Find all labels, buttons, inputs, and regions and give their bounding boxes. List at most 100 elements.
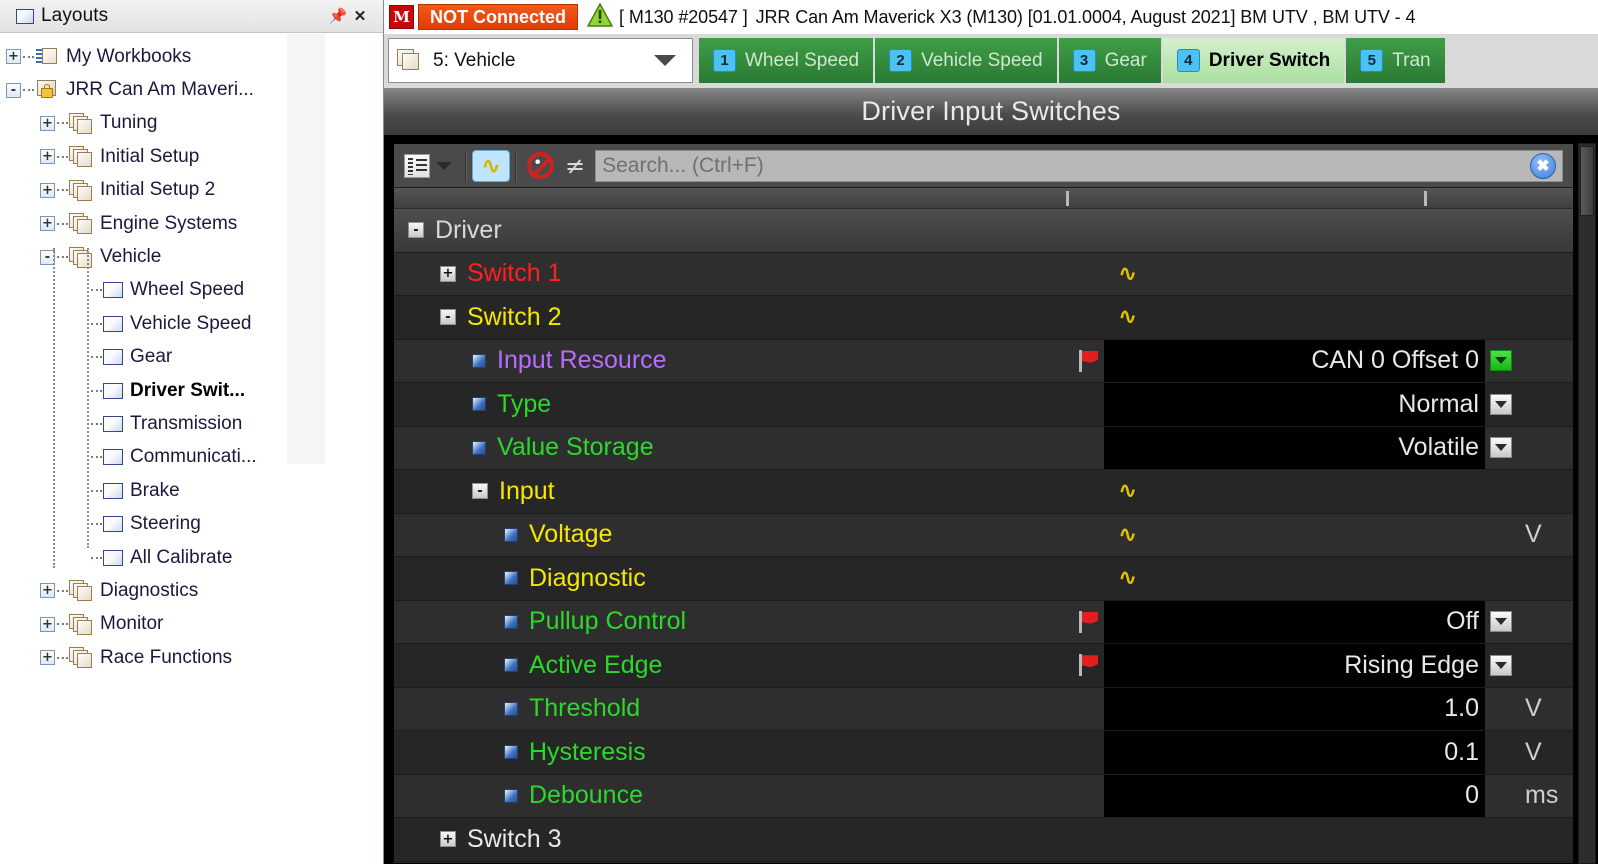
list-view-icon[interactable] xyxy=(400,151,434,181)
tree-expander[interactable]: + xyxy=(40,650,55,666)
grid-row-name-cell[interactable]: Type xyxy=(394,383,1074,426)
grid-row[interactable]: - Switch 2 ∿ xyxy=(394,296,1573,340)
tree-item-gear[interactable]: Gear xyxy=(0,341,383,374)
tree-item-all-calibrate[interactable]: All Calibrate xyxy=(0,541,383,574)
tree-expander[interactable]: + xyxy=(40,216,55,232)
grid-row-value-cell[interactable]: ∿ xyxy=(1104,253,1485,296)
grid-row[interactable]: + Switch 1 ∿ xyxy=(394,252,1573,296)
pin-icon[interactable]: 📌 xyxy=(327,9,349,24)
value-dropdown-button[interactable] xyxy=(1490,654,1512,676)
search-box[interactable]: ✖ xyxy=(595,149,1563,182)
value-dropdown-button[interactable] xyxy=(1490,437,1512,459)
grid-row-expander[interactable]: - xyxy=(408,222,424,239)
tree-item-race-functions[interactable]: + Race Functions xyxy=(0,641,383,674)
grid-row-name-cell[interactable]: Voltage xyxy=(394,514,1074,557)
waveform-icon[interactable]: ∿ xyxy=(472,149,510,182)
grid-row[interactable]: Value Storage Volatile xyxy=(394,426,1573,470)
grid-row-value-cell[interactable]: 0.1 xyxy=(1104,731,1485,774)
scrollbar-thumb[interactable] xyxy=(1580,146,1594,216)
grid-row-name-cell[interactable]: Hysteresis xyxy=(394,731,1074,774)
grid-row[interactable]: Diagnostic ∿ xyxy=(394,557,1573,601)
tree-expander[interactable]: + xyxy=(40,182,55,198)
not-equal-icon[interactable]: ≠ xyxy=(565,152,585,180)
tree-item-transmission[interactable]: Transmission xyxy=(0,407,383,440)
tree-item-wheel-speed[interactable]: Wheel Speed xyxy=(0,274,383,307)
tree-item-vehicle-speed[interactable]: Vehicle Speed xyxy=(0,307,383,340)
parameter-grid[interactable]: - Driver + Switch 1 ∿ - Switch 2 ∿ Input Resourc… xyxy=(394,209,1573,862)
grid-row-expander[interactable]: + xyxy=(440,265,456,282)
tree-item-initial-setup-2[interactable]: + Initial Setup 2 xyxy=(0,174,383,207)
grid-row-name-cell[interactable]: - Driver xyxy=(394,209,1074,252)
tree-item-initial-setup[interactable]: + Initial Setup xyxy=(0,140,383,173)
grid-row[interactable]: Hysteresis 0.1 V xyxy=(394,731,1573,775)
tree-expander[interactable]: + xyxy=(40,616,55,632)
tree-item-steering[interactable]: Steering xyxy=(0,507,383,540)
chevron-down-icon[interactable] xyxy=(654,55,676,66)
tab-tran[interactable]: 5 Tran xyxy=(1346,38,1447,83)
grid-row[interactable]: Voltage ∿ V xyxy=(394,513,1573,557)
grid-row[interactable]: - Driver xyxy=(394,209,1573,253)
chevron-down-icon[interactable] xyxy=(436,161,452,170)
tab-driver-switch[interactable]: 4 Driver Switch xyxy=(1162,38,1347,83)
grid-row-expander[interactable]: - xyxy=(472,483,488,500)
tree-item-monitor[interactable]: + Monitor xyxy=(0,608,383,641)
grid-row-name-cell[interactable]: + Switch 1 xyxy=(394,253,1074,296)
grid-row[interactable]: Type Normal xyxy=(394,383,1573,427)
grid-row[interactable]: Active Edge Rising Edge xyxy=(394,644,1573,688)
tree-item-tuning[interactable]: + Tuning xyxy=(0,107,383,140)
value-dropdown-button[interactable] xyxy=(1490,350,1512,372)
tree-expander[interactable]: + xyxy=(40,149,55,165)
grid-row-name-cell[interactable]: Diagnostic xyxy=(394,557,1074,600)
tree-expander[interactable]: + xyxy=(40,583,55,599)
clear-x-icon[interactable]: ✖ xyxy=(1530,152,1556,179)
grid-row-name-cell[interactable]: Input Resource xyxy=(394,340,1074,383)
grid-row[interactable]: - Input ∿ xyxy=(394,470,1573,514)
grid-row-value-cell[interactable]: ∿ xyxy=(1104,514,1485,557)
grid-row-value-cell[interactable]: Normal xyxy=(1104,383,1485,426)
tab-vehicle-speed[interactable]: 2 Vehicle Speed xyxy=(875,38,1059,83)
tree-item-communicati[interactable]: Communicati... xyxy=(0,441,383,474)
vertical-scrollbar-area[interactable] xyxy=(1574,141,1598,864)
tree-expander[interactable]: + xyxy=(6,49,21,65)
grid-row[interactable]: + Switch 3 xyxy=(394,818,1573,862)
grid-row-name-cell[interactable]: Active Edge xyxy=(394,644,1074,687)
grid-row-value-cell[interactable]: Rising Edge xyxy=(1104,644,1485,687)
tree-item-diagnostics[interactable]: + Diagnostics xyxy=(0,574,383,607)
grid-row-name-cell[interactable]: Value Storage xyxy=(394,427,1074,470)
layouts-tree[interactable]: + My Workbooks - JRR Can Am Maveri... + Tunin… xyxy=(0,33,383,864)
tree-item-engine-systems[interactable]: + Engine Systems xyxy=(0,207,383,240)
grid-row-expander[interactable]: - xyxy=(440,309,456,326)
search-input[interactable] xyxy=(602,153,1530,178)
grid-row-value-cell[interactable]: 0 xyxy=(1104,774,1485,817)
grid-row[interactable]: Debounce 0 ms xyxy=(394,774,1573,818)
tab-gear[interactable]: 3 Gear xyxy=(1058,38,1163,83)
no-entry-icon[interactable] xyxy=(527,152,554,179)
tree-item-my-workbooks[interactable]: + My Workbooks xyxy=(0,40,383,73)
tree-expander[interactable]: - xyxy=(6,82,21,98)
value-dropdown-button[interactable] xyxy=(1490,611,1512,633)
grid-row-value-cell[interactable]: ∿ xyxy=(1104,296,1485,339)
tree-item-brake[interactable]: Brake xyxy=(0,474,383,507)
grid-row[interactable]: Input Resource CAN 0 Offset 0 xyxy=(394,339,1573,383)
tree-item-jrr-can-am-maveri[interactable]: - JRR Can Am Maveri... xyxy=(0,73,383,106)
grid-row-name-cell[interactable]: Threshold xyxy=(394,688,1074,731)
value-dropdown-button[interactable] xyxy=(1490,393,1512,415)
grid-row-name-cell[interactable]: Debounce xyxy=(394,775,1074,818)
grid-row[interactable]: Pullup Control Off xyxy=(394,600,1573,644)
grid-row-value-cell[interactable]: CAN 0 Offset 0 xyxy=(1104,339,1485,382)
grid-row-value-cell[interactable]: Off xyxy=(1104,600,1485,643)
grid-row[interactable]: Threshold 1.0 V xyxy=(394,687,1573,731)
tree-expander[interactable]: + xyxy=(40,115,55,131)
vertical-scrollbar[interactable] xyxy=(1578,143,1596,864)
grid-row-value-cell[interactable]: 1.0 xyxy=(1104,687,1485,730)
grid-row-name-cell[interactable]: - Input xyxy=(394,470,1074,513)
tree-item-vehicle[interactable]: - Vehicle xyxy=(0,240,383,273)
page-select-dropdown[interactable]: 5: Vehicle xyxy=(388,38,693,83)
column-divider[interactable] xyxy=(1066,191,1069,206)
tree-item-driver-swit[interactable]: Driver Swit... xyxy=(0,374,383,407)
column-divider[interactable] xyxy=(1424,191,1427,206)
grid-row-expander[interactable]: + xyxy=(440,831,456,848)
connection-status-badge[interactable]: NOT Connected xyxy=(418,4,579,30)
grid-row-name-cell[interactable]: Pullup Control xyxy=(394,601,1074,644)
grid-row-value-cell[interactable]: Volatile xyxy=(1104,426,1485,469)
